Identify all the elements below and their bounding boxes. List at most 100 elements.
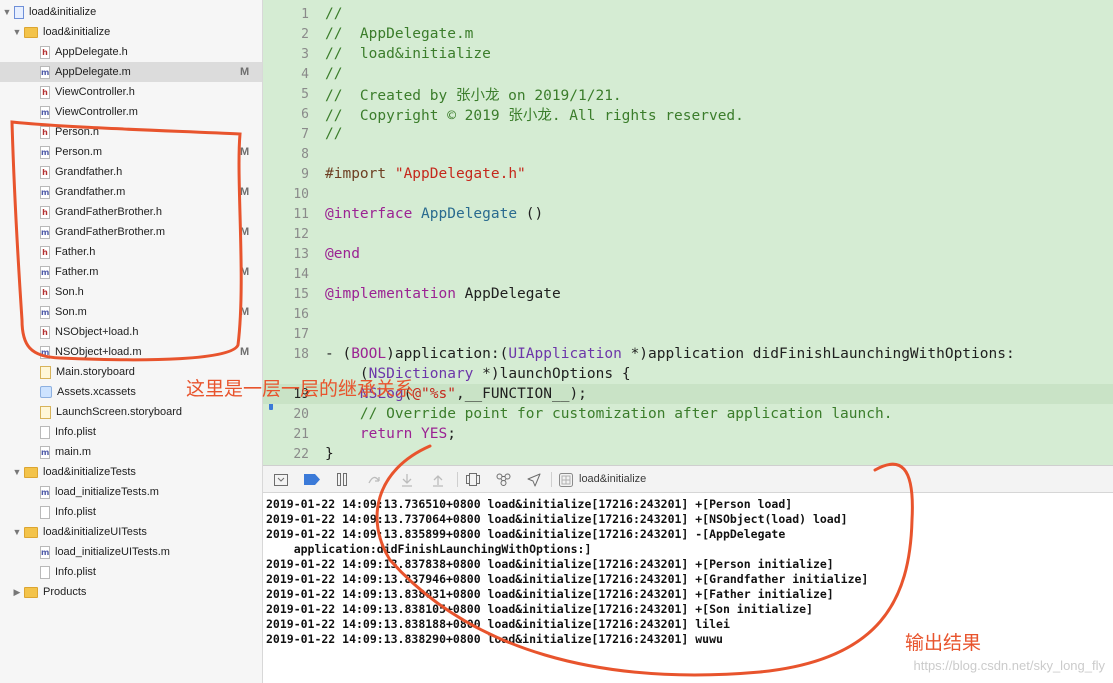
code-line[interactable]: 17 bbox=[263, 324, 1113, 344]
code-line[interactable]: 19 NSLog(@"%s",__FUNCTION__); bbox=[263, 384, 1113, 404]
code-line[interactable]: 10 bbox=[263, 184, 1113, 204]
code-line[interactable]: 14 bbox=[263, 264, 1113, 284]
navigator-row-label: GrandFatherBrother.h bbox=[55, 206, 163, 218]
breakpoints-toggle-icon[interactable] bbox=[304, 472, 320, 487]
simulate-location-icon[interactable] bbox=[527, 472, 541, 487]
navigator-row[interactable]: ▼Info.plist bbox=[0, 562, 262, 582]
navigator-row[interactable]: ▼mNSObject+load.mM bbox=[0, 342, 262, 362]
code-token: // bbox=[325, 6, 343, 22]
project-navigator: ▼ load&initialize ▼ load&initialize ▼ h AppDel… bbox=[0, 0, 263, 683]
code-line[interactable]: 15 @implementation AppDelegate bbox=[263, 284, 1113, 304]
code-line[interactable]: 12 bbox=[263, 224, 1113, 244]
navigator-row[interactable]: ▼hViewController.h bbox=[0, 82, 262, 102]
code-token: ( bbox=[403, 386, 413, 402]
folder-icon bbox=[24, 26, 38, 38]
code-token: } bbox=[325, 446, 334, 462]
navigator-row[interactable]: ▼hGrandfather.h bbox=[0, 162, 262, 182]
step-out-icon[interactable] bbox=[432, 472, 444, 487]
implementation-file-icon: m bbox=[40, 265, 50, 279]
code-line[interactable]: 18 - (BOOL)application:(UIApplication *)a… bbox=[263, 344, 1113, 364]
code-line[interactable]: 11 @interface AppDelegate () bbox=[263, 204, 1113, 224]
navigator-row[interactable]: ▼Main.storyboard bbox=[0, 362, 262, 382]
navigator-row[interactable]: ▼Info.plist bbox=[0, 422, 262, 442]
navigator-row[interactable]: ▼hAppDelegate.h bbox=[0, 42, 262, 62]
code-token: @interface bbox=[325, 206, 413, 222]
navigator-row[interactable]: ▼mSon.mM bbox=[0, 302, 262, 322]
scheme-label[interactable]: load&initialize bbox=[579, 473, 646, 485]
navigator-row[interactable]: ▼mload_initializeTests.m bbox=[0, 482, 262, 502]
navigator-row-label: Father.h bbox=[55, 246, 96, 258]
navigator-row[interactable]: ▼ load&initialize bbox=[0, 22, 262, 42]
navigator-row[interactable]: ▼mFather.mM bbox=[0, 262, 262, 282]
navigator-row[interactable]: ▼mGrandFatherBrother.mM bbox=[0, 222, 262, 242]
implementation-file-icon: m bbox=[40, 485, 50, 499]
line-number: 9 bbox=[301, 166, 309, 182]
navigator-row[interactable]: ▼mAppDelegate.mM bbox=[0, 62, 262, 82]
line-number: 1 bbox=[301, 6, 309, 22]
navigator-row[interactable]: ▼mPerson.mM bbox=[0, 142, 262, 162]
code-line[interactable]: 21 return YES; bbox=[263, 424, 1113, 444]
code-line[interactable]: 2 // AppDelegate.m bbox=[263, 24, 1113, 44]
pause-icon[interactable] bbox=[336, 472, 348, 487]
code-line[interactable]: 8 bbox=[263, 144, 1113, 164]
code-token: // Copyright © 2019 张小龙. All rights rese… bbox=[325, 107, 744, 124]
navigator-row[interactable]: ▼ load&initialize bbox=[0, 2, 262, 22]
code-line[interactable]: 6 // Copyright © 2019 张小龙. All rights res… bbox=[263, 104, 1113, 124]
navigator-row[interactable]: ▼hNSObject+load.h bbox=[0, 322, 262, 342]
implementation-file-icon: m bbox=[40, 345, 50, 359]
navigator-row[interactable]: ▶ Products bbox=[0, 582, 262, 602]
memory-graph-icon[interactable] bbox=[496, 472, 511, 487]
navigator-row[interactable]: ▼LaunchScreen.storyboard bbox=[0, 402, 262, 422]
code-token: UIApplication bbox=[508, 346, 622, 362]
navigator-row[interactable]: ▼Assets.xcassets bbox=[0, 382, 262, 402]
disclosure-open-icon[interactable]: ▼ bbox=[12, 467, 22, 477]
step-in-icon[interactable] bbox=[401, 472, 413, 487]
navigator-row[interactable]: ▼mViewController.m bbox=[0, 102, 262, 122]
console-log-line: application:didFinishLaunchingWithOption… bbox=[266, 542, 592, 556]
navigator-row-label: LaunchScreen.storyboard bbox=[56, 406, 182, 418]
code-line[interactable]: 3 // load&initialize bbox=[263, 44, 1113, 64]
code-text: @interface AppDelegate () bbox=[325, 206, 543, 222]
code-line[interactable]: 4 // bbox=[263, 64, 1113, 84]
code-line[interactable]: 7 // bbox=[263, 124, 1113, 144]
modified-badge: M bbox=[240, 146, 250, 158]
navigator-row[interactable]: ▼mload_initializeUITests.m bbox=[0, 542, 262, 562]
navigator-row-label: load_initializeTests.m bbox=[55, 486, 159, 498]
navigator-row[interactable]: ▼hPerson.h bbox=[0, 122, 262, 142]
code-line[interactable]: 20 // Override point for customization a… bbox=[263, 404, 1113, 424]
disclosure-open-icon[interactable]: ▼ bbox=[12, 527, 22, 537]
code-line[interactable]: 22} bbox=[263, 444, 1113, 464]
disclosure-open-icon[interactable]: ▼ bbox=[12, 27, 22, 37]
navigator-row[interactable]: ▼mGrandfather.mM bbox=[0, 182, 262, 202]
debug-toolbar: load&initialize bbox=[263, 465, 1113, 493]
code-token: @end bbox=[325, 246, 360, 262]
navigator-row[interactable]: ▼hFather.h bbox=[0, 242, 262, 262]
navigator-row-label: NSObject+load.m bbox=[55, 346, 142, 358]
navigator-row[interactable]: ▼Info.plist bbox=[0, 502, 262, 522]
step-over-icon[interactable] bbox=[367, 472, 381, 487]
view-hierarchy-icon[interactable] bbox=[466, 472, 480, 487]
code-token: YES bbox=[421, 426, 448, 442]
navigator-row[interactable]: ▼mmain.m bbox=[0, 442, 262, 462]
disclosure-open-icon[interactable]: ▼ bbox=[2, 7, 12, 17]
hide-debug-area-icon[interactable] bbox=[274, 472, 288, 487]
storyboard-icon bbox=[40, 405, 51, 419]
navigator-row-label: AppDelegate.h bbox=[55, 46, 128, 58]
line-number: 16 bbox=[293, 306, 309, 322]
code-line[interactable]: 13 @end bbox=[263, 244, 1113, 264]
navigator-row[interactable]: ▼ load&initializeTests bbox=[0, 462, 262, 482]
navigator-row[interactable]: ▼hSon.h bbox=[0, 282, 262, 302]
code-text: @end bbox=[325, 246, 360, 262]
navigator-row-label: AppDelegate.m bbox=[55, 66, 131, 78]
code-line[interactable]: 1 // bbox=[263, 4, 1113, 24]
code-editor[interactable]: 1 // 2 // AppDelegate.m 3 // load&initialize 4… bbox=[263, 0, 1113, 465]
code-line[interactable]: 9 #import "AppDelegate.h" bbox=[263, 164, 1113, 184]
code-line[interactable]: (NSDictionary *)launchOptions { bbox=[263, 364, 1113, 384]
navigator-row[interactable]: ▼hGrandFatherBrother.h bbox=[0, 202, 262, 222]
code-line[interactable]: 16 bbox=[263, 304, 1113, 324]
debug-console[interactable]: 2019-01-22 14:09:13.736510+0800 load&ini… bbox=[263, 493, 1113, 683]
navigator-row[interactable]: ▼ load&initializeUITests bbox=[0, 522, 262, 542]
disclosure-closed-icon[interactable]: ▶ bbox=[12, 587, 22, 598]
code-line[interactable]: 5 // Created by 张小龙 on 2019/1/21. bbox=[263, 84, 1113, 104]
